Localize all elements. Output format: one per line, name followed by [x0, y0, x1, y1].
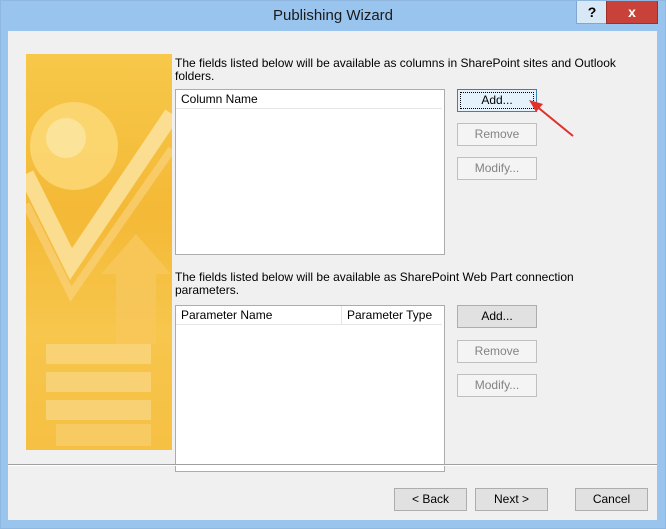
modify-parameter-button[interactable]: Modify... [457, 374, 537, 397]
parameter-name-header[interactable]: Parameter Name [176, 306, 342, 324]
window-title: Publishing Wizard [272, 7, 394, 24]
remove-parameter-button[interactable]: Remove [457, 340, 537, 363]
parameter-list-header: Parameter Name Parameter Type [176, 306, 442, 325]
wizard-banner-image [26, 54, 172, 450]
banner-graphic [26, 102, 172, 446]
parameters-description: The fields listed below will be availabl… [175, 270, 574, 297]
modify-column-button[interactable]: Modify... [457, 157, 537, 180]
parameter-type-header[interactable]: Parameter Type [342, 306, 442, 324]
back-button[interactable]: < Back [394, 488, 467, 511]
dialog-body: The fields listed below will be availabl… [8, 31, 657, 520]
next-button[interactable]: Next > [475, 488, 548, 511]
columns-description: The fields listed below will be availabl… [175, 56, 616, 83]
focus-rectangle [460, 92, 534, 109]
parameter-list[interactable]: Parameter Name Parameter Type [175, 305, 445, 472]
column-list[interactable]: Column Name [175, 89, 445, 255]
publishing-wizard-dialog: Publishing Wizard ? x The fields listed … [0, 0, 666, 529]
title-bar: Publishing Wizard ? x [1, 1, 665, 31]
help-button[interactable]: ? [576, 1, 608, 24]
add-column-button[interactable]: Add... [457, 89, 537, 112]
cancel-button[interactable]: Cancel [575, 488, 648, 511]
close-button[interactable]: x [606, 1, 658, 24]
column-list-header: Column Name [176, 90, 442, 109]
add-parameter-button[interactable]: Add... [457, 305, 537, 328]
remove-column-button[interactable]: Remove [457, 123, 537, 146]
column-name-header[interactable]: Column Name [176, 90, 442, 108]
footer-separator [8, 464, 657, 466]
